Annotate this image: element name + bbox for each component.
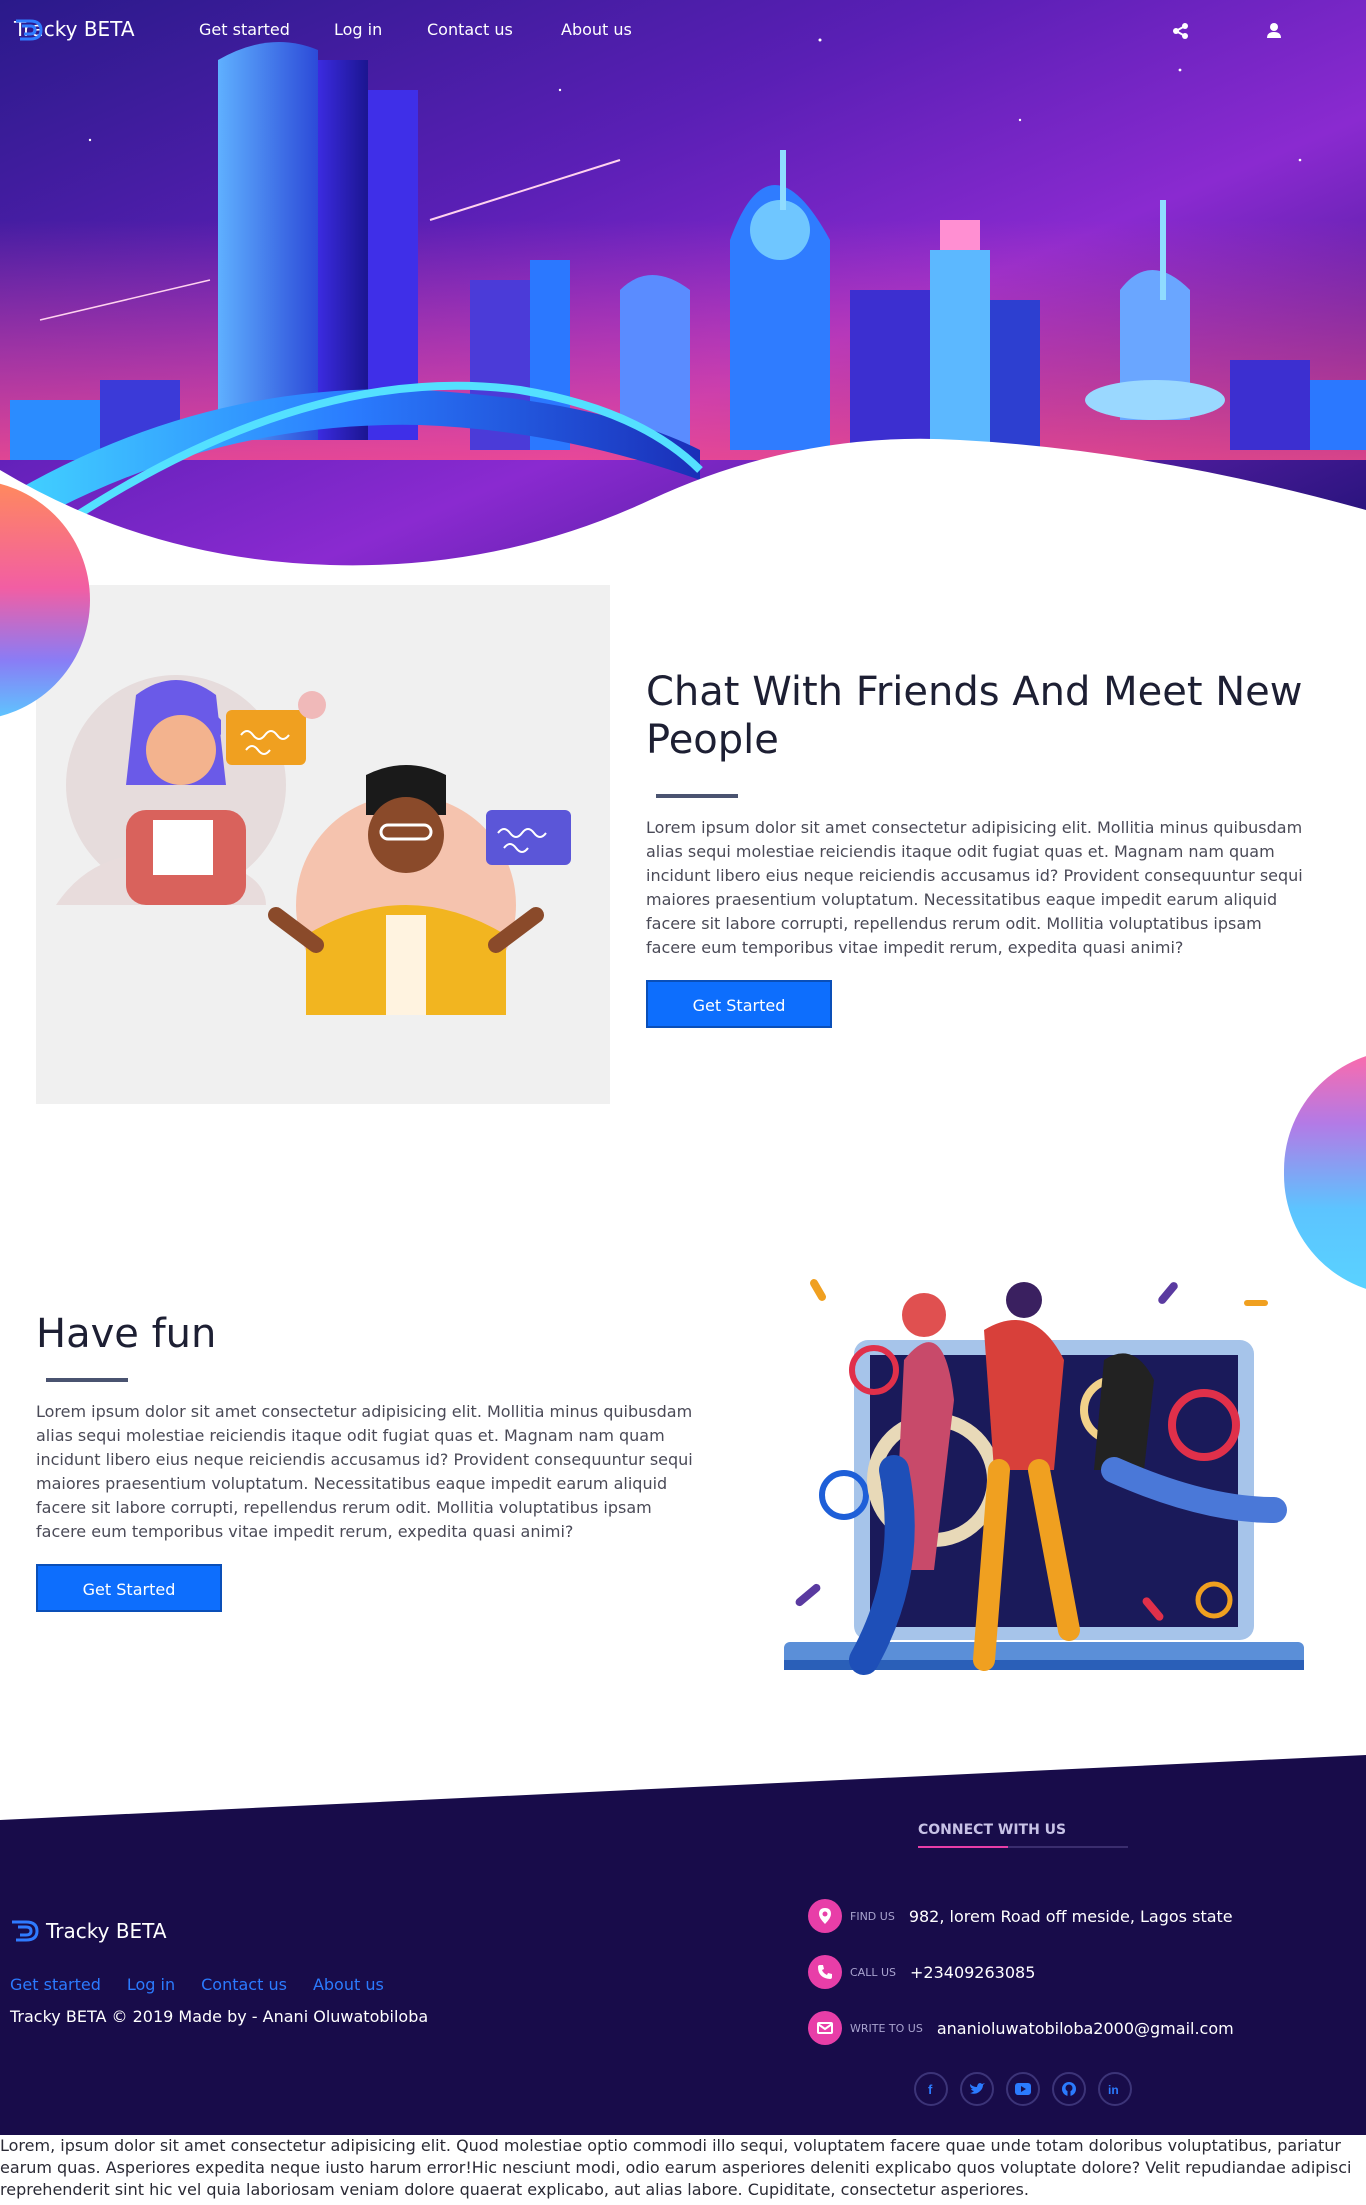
linkedin-icon[interactable]: in (1098, 2072, 1132, 2106)
fun-section-body: Lorem ipsum dolor sit amet consectetur a… (36, 1402, 693, 1541)
contact-label: FIND US (850, 1909, 895, 1923)
chat-section-body: Lorem ipsum dolor sit amet consectetur a… (646, 818, 1303, 957)
svg-text:f: f (928, 2082, 933, 2096)
phone-icon (808, 1955, 842, 1989)
nav-link-contact-us[interactable]: Contact us (427, 20, 513, 39)
nav-link-get-started[interactable]: Get started (199, 20, 290, 39)
chat-get-started-button[interactable]: Get Started (646, 980, 832, 1028)
contact-label: CALL US (850, 1965, 896, 1979)
nav-brand[interactable]: Tracky BETA (14, 17, 135, 41)
fun-section: Have fun Lorem ipsum dolor sit amet cons… (36, 1310, 706, 1612)
footer-link-about-us[interactable]: About us (313, 1975, 384, 1994)
contact-find-us: FIND US 982, lorem Road off meside, Lago… (808, 1899, 1233, 1933)
twitter-icon[interactable] (960, 2072, 994, 2106)
nav-link-about-us[interactable]: About us (561, 20, 632, 39)
envelope-icon (808, 2011, 842, 2045)
hero-city-illustration (0, 0, 1366, 580)
chat-illustration (36, 585, 610, 1104)
footer-links: Get started Log in Contact us About us (10, 1975, 384, 1994)
footer-brand-label: Tracky BETA (46, 1919, 167, 1943)
contact-address: 982, lorem Road off meside, Lagos state (908, 1906, 1233, 1926)
fun-section-title: Have fun (36, 1311, 217, 1357)
svg-text:in: in (1108, 2083, 1119, 2096)
nav-link-log-in[interactable]: Log in (334, 20, 382, 39)
contact-write-us: WRITE TO US ananioluwatobiloba2000@gmail… (808, 2011, 1234, 2045)
title-divider (656, 794, 738, 798)
top-navbar: Tracky BETA Get started Log in Contact u… (0, 0, 1366, 64)
connect-title: CONNECT WITH US (918, 1822, 1067, 1838)
footer-background (0, 1755, 1366, 2135)
party-illustration (784, 1240, 1304, 1690)
chat-section: Chat With Friends And Meet New People Lo… (646, 668, 1316, 1028)
map-pin-icon (808, 1899, 842, 1933)
tracky-logo-icon (12, 1920, 39, 1942)
user-icon[interactable] (1261, 18, 1287, 44)
fun-get-started-button[interactable]: Get Started (36, 1564, 222, 1612)
contact-phone[interactable]: +23409263085 (910, 1963, 1035, 1982)
contact-email[interactable]: ananioluwatobiloba2000@gmail.com (937, 2019, 1234, 2038)
share-icon[interactable] (1168, 18, 1194, 44)
footer-copyright: Tracky BETA © 2019 Made by - Anani Oluwa… (10, 2007, 429, 2026)
footer-link-get-started[interactable]: Get started (10, 1975, 101, 1994)
social-links: f in (914, 2072, 1132, 2106)
contact-call-us: CALL US +23409263085 (808, 1955, 1035, 1989)
title-divider (46, 1378, 128, 1382)
footer-link-contact-us[interactable]: Contact us (201, 1975, 287, 1994)
contact-label: WRITE TO US (850, 2021, 923, 2035)
footer (0, 1755, 1366, 2135)
footer-brand[interactable]: Tracky BETA (10, 1918, 167, 1944)
page: Tracky BETA Get started Log in Contact u… (0, 0, 1366, 2205)
facebook-icon[interactable]: f (914, 2072, 948, 2106)
chat-section-title: Chat With Friends And Meet New People (646, 669, 1303, 763)
github-icon[interactable] (1052, 2072, 1086, 2106)
youtube-icon[interactable] (1006, 2072, 1040, 2106)
footer-link-log-in[interactable]: Log in (127, 1975, 175, 1994)
bottom-lorem-text: Lorem, ipsum dolor sit amet consectetur … (0, 2136, 1352, 2199)
hero-banner: Tracky BETA Get started Log in Contact u… (0, 0, 1366, 580)
connect-divider (918, 1846, 1128, 1848)
tracky-logo-icon (16, 19, 43, 41)
